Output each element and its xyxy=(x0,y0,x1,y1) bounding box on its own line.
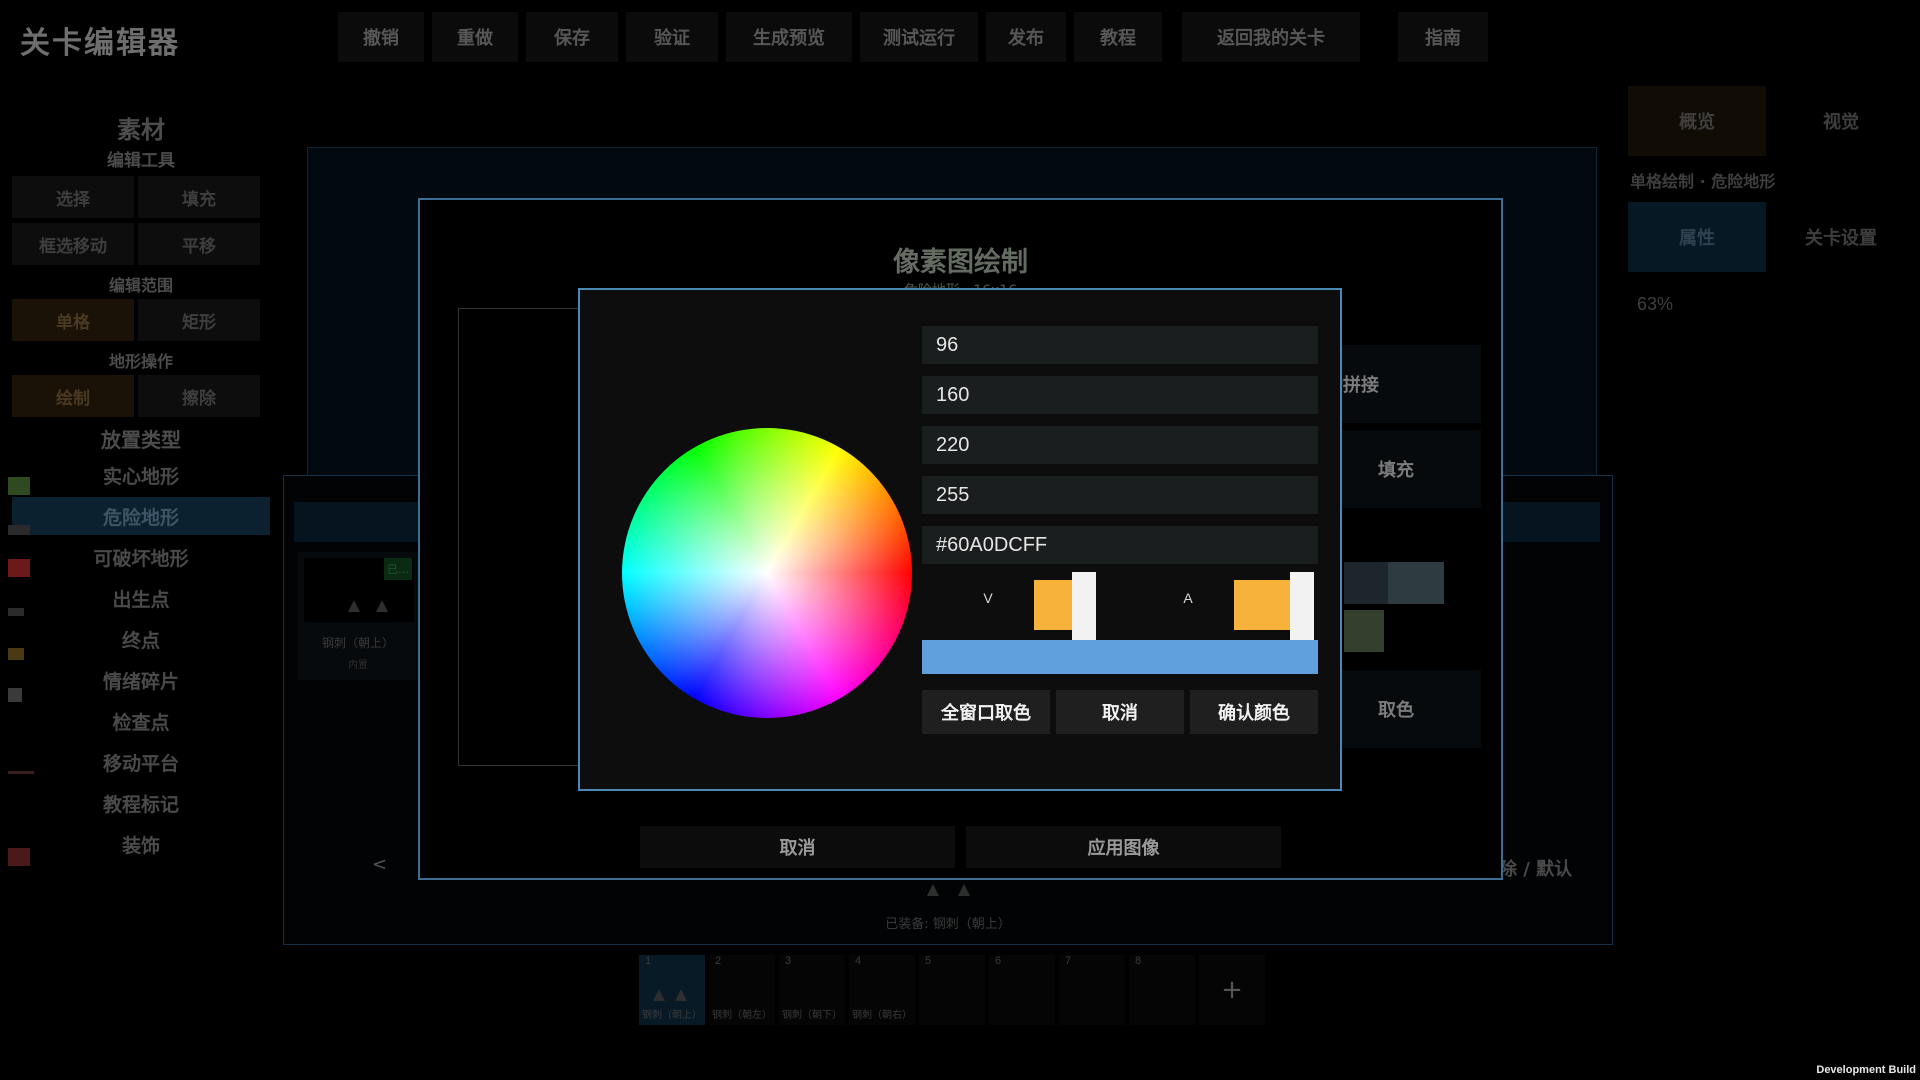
palette-swatch[interactable] xyxy=(1388,562,1444,604)
hotbar-slot[interactable]: 6 xyxy=(989,955,1055,1025)
tool-select-button[interactable]: 选择 xyxy=(12,176,134,218)
zoom-level: 63% xyxy=(1637,294,1674,314)
placement-solid-terrain[interactable]: 实心地形 xyxy=(12,456,270,494)
hotbar-slot-number: 1 xyxy=(645,955,652,967)
tutorial-button[interactable]: 教程 xyxy=(1074,12,1162,62)
placement-hazard-terrain[interactable]: 危险地形 xyxy=(12,497,270,535)
hotbar-slot[interactable]: 3 钢刺（朝下） xyxy=(779,955,845,1025)
publish-button[interactable]: 发布 xyxy=(986,12,1066,62)
hotbar-slot-number: 7 xyxy=(1065,955,1072,967)
color-cancel-button[interactable]: 取消 xyxy=(1056,690,1184,734)
hotbar-slot[interactable]: 2 钢刺（朝左） xyxy=(709,955,775,1025)
tool-fill-button[interactable]: 填充 xyxy=(138,176,260,218)
pixel-cancel-button[interactable]: 取消 xyxy=(640,826,955,868)
hotbar-slot-number: 2 xyxy=(715,955,722,967)
placement-heading: 放置类型 xyxy=(101,428,181,452)
placement-goal[interactable]: 终点 xyxy=(12,620,270,658)
asset-card-sub: 内置 xyxy=(348,660,368,671)
spike-icon xyxy=(675,989,687,1001)
confirm-color-button[interactable]: 确认颜色 xyxy=(1190,690,1318,734)
test-run-button[interactable]: 测试运行 xyxy=(860,12,978,62)
hotbar-slot[interactable]: 1 钢刺（朝上） xyxy=(639,955,705,1025)
placement-emotion-fragment[interactable]: 情绪碎片 xyxy=(12,661,270,699)
color-wheel[interactable] xyxy=(622,428,912,718)
pixel-editor-title: 像素图绘制 xyxy=(893,247,1028,278)
hotbar-slot-caption: 钢刺（朝上） xyxy=(642,1010,702,1021)
spike-icon xyxy=(376,600,388,612)
asset-card-caption: 钢刺（朝上） xyxy=(321,636,394,650)
alpha-slider[interactable] xyxy=(1234,572,1314,646)
save-button[interactable]: 保存 xyxy=(526,12,618,62)
value-slider-handle[interactable] xyxy=(1072,572,1096,646)
generate-preview-button[interactable]: 生成预览 xyxy=(726,12,852,62)
prev-page-button[interactable]: < xyxy=(372,854,387,875)
hotbar-slot-number: 8 xyxy=(1135,955,1142,967)
build-label: Development Build xyxy=(1816,1064,1916,1076)
hotbar-slot-caption: 钢刺（朝下） xyxy=(782,1010,842,1021)
spike-icon xyxy=(927,884,939,896)
op-draw-button[interactable]: 绘制 xyxy=(12,375,134,417)
hotbar-slot[interactable]: 5 xyxy=(919,955,985,1025)
value-slider[interactable] xyxy=(1034,572,1114,646)
tab-level-settings[interactable]: 关卡设置 xyxy=(1772,202,1910,272)
blue-field[interactable]: 220 xyxy=(922,426,1318,464)
tool-box-move-button[interactable]: 框选移动 xyxy=(12,223,134,265)
asset-card[interactable]: 已… 钢刺（朝上） 内置 xyxy=(298,552,418,680)
hotbar-slot[interactable]: 8 xyxy=(1129,955,1195,1025)
tab-visual[interactable]: 视觉 xyxy=(1772,86,1910,156)
placement-tutorial-marker[interactable]: 教程标记 xyxy=(12,784,270,822)
app-title: 关卡编辑器 xyxy=(20,26,180,61)
placement-spawn-point[interactable]: 出生点 xyxy=(12,579,270,617)
edit-range-heading: 编辑范围 xyxy=(108,276,173,295)
equipped-label: 已装备: 钢刺（朝上） xyxy=(885,917,1011,932)
value-slider-label: V xyxy=(983,590,993,606)
asset-card-tag: 已… xyxy=(384,558,412,580)
placement-checkpoint[interactable]: 检查点 xyxy=(12,702,270,740)
breadcrumb: 单格绘制 · 危险地形 xyxy=(1630,172,1776,191)
apply-image-button[interactable]: 应用图像 xyxy=(966,826,1281,868)
hotbar-add-button[interactable]: + xyxy=(1199,955,1265,1025)
reset-default-button[interactable]: 除 / 默认 xyxy=(1499,855,1572,881)
hotbar-slot-number: 5 xyxy=(925,955,932,967)
tab-properties[interactable]: 属性 xyxy=(1628,202,1766,272)
spike-icon xyxy=(958,884,970,896)
edit-tools-heading: 编辑工具 xyxy=(107,151,175,171)
placement-decoration[interactable]: 装饰 xyxy=(12,825,270,863)
hotbar-slot-number: 3 xyxy=(785,955,792,967)
hotbar-slot-caption: 钢刺（朝右） xyxy=(852,1010,912,1021)
range-rect-button[interactable]: 矩形 xyxy=(138,299,260,341)
tab-overview[interactable]: 概览 xyxy=(1628,86,1766,156)
alpha-slider-handle[interactable] xyxy=(1290,572,1314,646)
undo-button[interactable]: 撤销 xyxy=(338,12,424,62)
spike-icon xyxy=(8,525,30,535)
palette-swatch[interactable] xyxy=(1344,610,1384,652)
placement-moving-platform[interactable]: 移动平台 xyxy=(12,743,270,781)
op-erase-button[interactable]: 擦除 xyxy=(138,375,260,417)
alpha-slider-label: A xyxy=(1183,590,1193,606)
color-preview xyxy=(922,640,1318,674)
tool-pan-button[interactable]: 平移 xyxy=(138,223,260,265)
guide-button[interactable]: 指南 xyxy=(1398,12,1488,62)
spike-icon xyxy=(348,600,360,612)
red-field[interactable]: 96 xyxy=(922,326,1318,364)
hex-field[interactable]: #60A0DCFF xyxy=(922,526,1318,564)
sidebar-title: 素材 xyxy=(117,116,165,144)
back-to-my-levels-button[interactable]: 返回我的关卡 xyxy=(1182,12,1360,62)
redo-button[interactable]: 重做 xyxy=(432,12,518,62)
hotbar-slot-caption: 钢刺（朝左） xyxy=(712,1010,772,1021)
terrain-ops-heading: 地形操作 xyxy=(108,352,173,371)
green-field[interactable]: 160 xyxy=(922,376,1318,414)
range-single-button[interactable]: 单格 xyxy=(12,299,134,341)
hotbar-slot-number: 6 xyxy=(995,955,1002,967)
alpha-field[interactable]: 255 xyxy=(922,476,1318,514)
spike-icon xyxy=(653,989,665,1001)
hotbar-slot-number: 4 xyxy=(855,955,862,967)
hotbar-slot[interactable]: 4 钢刺（朝右） xyxy=(849,955,915,1025)
color-picker-dialog: 96 160 220 255 #60A0DCFF V A 全窗口取色 取消 确认… xyxy=(578,288,1342,791)
validate-button[interactable]: 验证 xyxy=(626,12,718,62)
window-pick-color-button[interactable]: 全窗口取色 xyxy=(922,690,1050,734)
hotbar-slot[interactable]: 7 xyxy=(1059,955,1125,1025)
placement-breakable-terrain[interactable]: 可破坏地形 xyxy=(12,538,270,576)
